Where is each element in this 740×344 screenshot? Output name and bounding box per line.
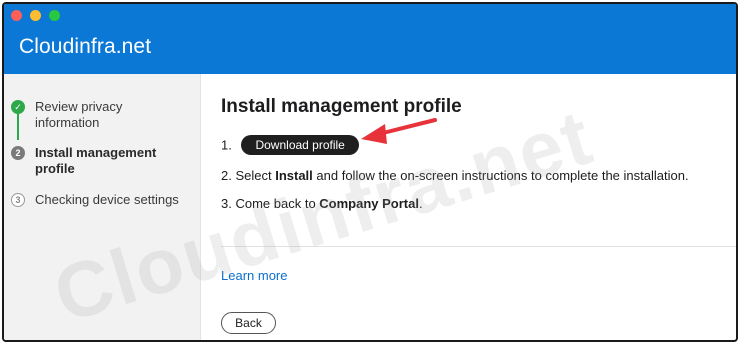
step-text: . (418, 196, 423, 211)
step-index: 2. (221, 168, 232, 183)
step-connector (17, 112, 19, 140)
learn-more-link[interactable]: Learn more (221, 268, 287, 283)
back-button[interactable]: Back (221, 312, 276, 334)
step-text: Come back to (235, 196, 320, 211)
checkmark-icon: ✓ (11, 100, 25, 114)
app-title: Cloudinfra.net (19, 35, 152, 58)
steps-sidebar: ✓ Review privacy information 2 Install m… (4, 74, 201, 340)
step-text: Select (235, 168, 276, 183)
step-text-bold: Install (275, 168, 313, 183)
close-window-button[interactable] (11, 10, 22, 21)
step-label: Checking device settings (35, 192, 179, 207)
step-text-bold: Company Portal (319, 196, 419, 211)
step-text: and follow the on-screen instructions to… (312, 168, 689, 183)
step-index: 3. (221, 196, 232, 211)
main-content: Install management profile 1. Download p… (201, 74, 736, 340)
app-window: Cloudinfra.net ✓ Review privacy informat… (2, 2, 738, 342)
window-controls (11, 10, 60, 21)
title-bar: Cloudinfra.net (4, 4, 736, 74)
minimize-window-button[interactable] (30, 10, 41, 21)
step-index: 1. (221, 137, 232, 153)
step-label: Install management profile (35, 145, 157, 176)
red-arrow-annotation (361, 118, 437, 144)
step-label: Review privacy information (35, 99, 123, 130)
zoom-window-button[interactable] (49, 10, 60, 21)
step-number-icon: 3 (11, 193, 25, 207)
instruction-step-2: 2. Select Install and follow the on-scre… (221, 168, 689, 183)
instruction-step-3: 3. Come back to Company Portal. (221, 196, 423, 211)
divider (221, 246, 736, 247)
download-profile-button[interactable]: Download profile (241, 135, 359, 155)
step-number-icon: 2 (11, 146, 25, 160)
instruction-step-1: 1. Download profile (221, 135, 359, 156)
